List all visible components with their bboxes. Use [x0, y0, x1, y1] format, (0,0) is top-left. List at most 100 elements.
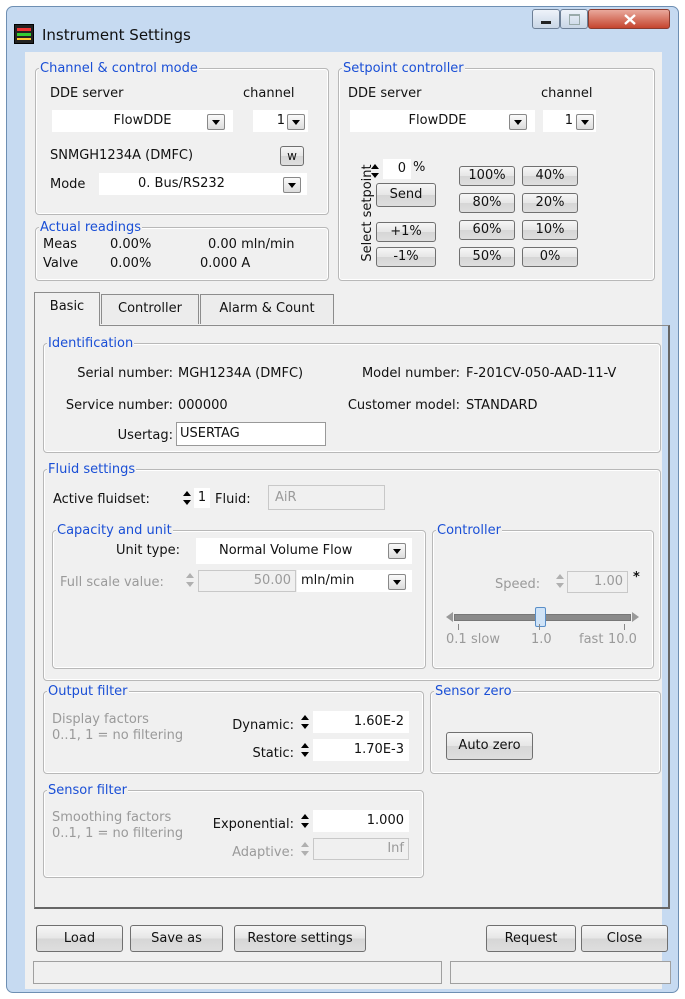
w-button[interactable]: w: [280, 146, 304, 166]
setpoint-spinner-icon[interactable]: [370, 162, 380, 182]
customer-model-label: Customer model:: [347, 398, 460, 413]
slider-tick: [539, 624, 540, 630]
mode-label: Mode: [50, 177, 86, 192]
unit-type-select[interactable]: Normal Volume Flow: [196, 538, 412, 564]
minus-one-percent-button[interactable]: -1%: [376, 247, 436, 267]
sensor-filter-title: Sensor filter: [47, 783, 128, 799]
actual-readings-title: Actual readings: [39, 220, 143, 236]
device-serial: SNMGH1234A (DMFC): [50, 148, 194, 163]
display-factors-label: Display factors: [52, 712, 149, 727]
exponential-input[interactable]: 1.000: [313, 810, 409, 832]
service-number-value: 000000: [178, 398, 228, 413]
slider-tick: [624, 624, 625, 630]
active-fluidset-label: Active fluidset:: [53, 492, 150, 507]
setpoint-channel-value: 1: [564, 113, 573, 128]
slider-tick: [458, 624, 459, 630]
tab-controller[interactable]: Controller: [101, 294, 199, 324]
preset-0-button[interactable]: 0%: [522, 247, 578, 267]
speed-slider[interactable]: 0.1 slow 1.0 fast 10.0: [446, 604, 641, 650]
minimize-button[interactable]: [532, 9, 560, 29]
speed-label: Speed:: [495, 577, 541, 592]
service-number-label: Service number:: [65, 398, 173, 413]
usertag-input[interactable]: USERTAG: [176, 422, 326, 446]
speed-star: *: [633, 570, 640, 585]
status-bar-left: [33, 961, 442, 984]
channel-value: 1: [276, 113, 285, 128]
setpoint-dde-select[interactable]: FlowDDE: [350, 110, 535, 132]
slider-thumb[interactable]: [535, 607, 546, 627]
full-scale-label: Full scale value:: [60, 575, 164, 590]
close-icon: [624, 14, 636, 25]
dynamic-spinner-icon[interactable]: [300, 713, 310, 733]
mode-value: 0. Bus/RS232: [138, 176, 225, 191]
fluid-settings-title: Fluid settings: [47, 462, 137, 478]
dynamic-label: Dynamic:: [232, 718, 294, 733]
plus-one-percent-button[interactable]: +1%: [376, 222, 436, 242]
dde-server-select[interactable]: FlowDDE: [52, 110, 233, 132]
preset-50-button[interactable]: 50%: [459, 247, 515, 267]
full-scale-input: 50.00: [198, 570, 296, 592]
chevron-down-icon[interactable]: [509, 114, 527, 130]
window-title: Instrument Settings: [42, 26, 191, 44]
usertag-value: USERTAG: [180, 426, 240, 441]
static-input[interactable]: 1.70E-3: [313, 739, 409, 761]
preset-40-button[interactable]: 40%: [522, 166, 578, 186]
serial-number-label: Serial number:: [77, 366, 173, 381]
setpoint-value-input[interactable]: 0: [383, 159, 411, 179]
auto-zero-button[interactable]: Auto zero: [446, 732, 533, 760]
model-number-value: F-201CV-050-AAD-11-V: [466, 366, 617, 381]
slider-right-arrow-icon: [632, 612, 639, 622]
dde-server-label: DDE server: [50, 86, 124, 101]
valve-label: Valve: [43, 256, 79, 271]
chevron-down-icon[interactable]: [576, 114, 594, 130]
mode-select[interactable]: 0. Bus/RS232: [99, 173, 307, 195]
send-button[interactable]: Send: [376, 183, 436, 207]
restore-settings-button[interactable]: Restore settings: [234, 925, 366, 952]
close-button[interactable]: Close: [581, 925, 668, 952]
tab-alarm-count[interactable]: Alarm & Count: [200, 294, 334, 324]
exponential-spinner-icon[interactable]: [300, 812, 310, 832]
maximize-button[interactable]: [560, 9, 588, 29]
speed-spinner-icon: [555, 572, 565, 592]
model-number-label: Model number:: [361, 366, 460, 381]
full-scale-value: 50.00: [253, 573, 291, 588]
meas-label: Meas: [43, 237, 77, 252]
chevron-down-icon[interactable]: [388, 574, 406, 590]
active-fluidset-value: 1: [197, 490, 207, 505]
status-bar-right: [450, 961, 671, 984]
static-spinner-icon[interactable]: [300, 741, 310, 761]
preset-80-button[interactable]: 80%: [459, 193, 515, 213]
close-window-button[interactable]: [588, 9, 670, 29]
exponential-label: Exponential:: [212, 817, 294, 832]
preset-60-button[interactable]: 60%: [459, 220, 515, 240]
request-button[interactable]: Request: [486, 925, 576, 952]
channel-group-title: Channel & control mode: [39, 61, 199, 77]
setpoint-dde-value: FlowDDE: [408, 113, 467, 128]
load-button[interactable]: Load: [36, 925, 123, 952]
meas-flow: 0.00 mln/min: [208, 237, 295, 252]
fluidset-spinner-icon[interactable]: [182, 489, 192, 509]
preset-20-button[interactable]: 20%: [522, 193, 578, 213]
slider-mid-label: 1.0: [531, 632, 552, 647]
tab-basic[interactable]: Basic: [34, 292, 100, 326]
capacity-unit-title: Capacity and unit: [56, 523, 173, 539]
chevron-down-icon[interactable]: [207, 114, 225, 130]
unit-type-label: Unit type:: [115, 543, 180, 558]
setpoint-channel-label: channel: [541, 86, 593, 101]
preset-10-button[interactable]: 10%: [522, 220, 578, 240]
smoothing-factors-label: Smoothing factors: [52, 810, 172, 825]
preset-100-button[interactable]: 100%: [459, 166, 515, 186]
exponential-value: 1.000: [366, 813, 404, 828]
actual-readings-group: Actual readings: [35, 220, 329, 281]
active-fluidset-input[interactable]: 1: [194, 488, 210, 508]
maximize-icon: [569, 14, 580, 25]
save-as-button[interactable]: Save as: [130, 925, 223, 952]
slider-left-arrow-icon: [446, 612, 453, 622]
chevron-down-icon[interactable]: [287, 114, 305, 130]
dynamic-input[interactable]: 1.60E-2: [313, 711, 409, 733]
chevron-down-icon[interactable]: [283, 177, 301, 193]
static-label: Static:: [252, 746, 294, 761]
chevron-down-icon[interactable]: [388, 543, 406, 559]
slider-fast-label: fast: [579, 632, 604, 647]
dde-server-value: FlowDDE: [113, 113, 172, 128]
